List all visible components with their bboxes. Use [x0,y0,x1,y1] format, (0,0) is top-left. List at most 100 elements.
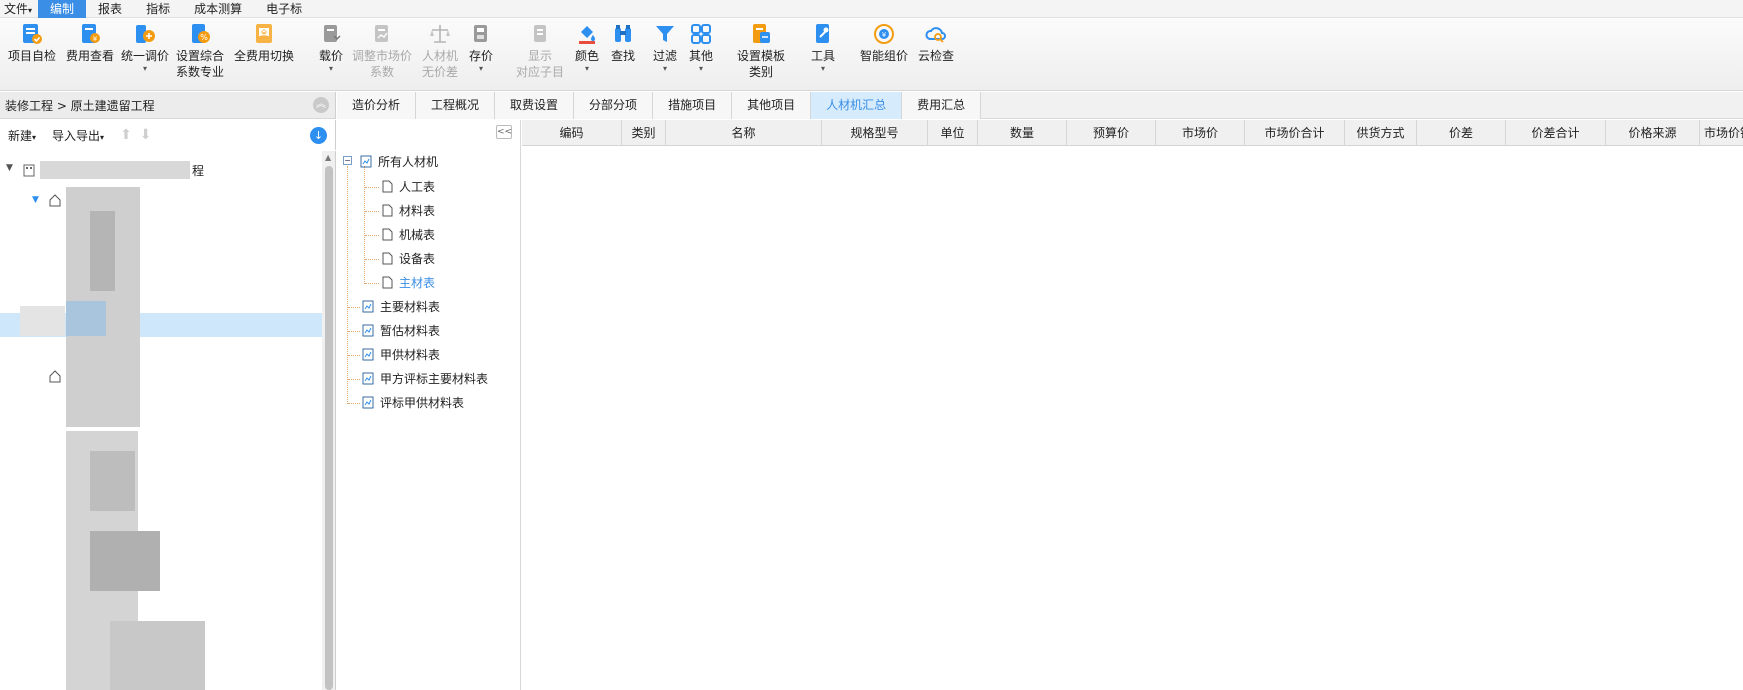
col-market-price[interactable]: 市场价 [1156,120,1245,145]
col-quantity[interactable]: 数量 [978,120,1067,145]
tree-node-equipment[interactable]: 设备表 [381,249,435,269]
adjust-market-price-button[interactable]: 调整市场价 系数 [350,22,414,80]
redacted-tree-items [90,531,160,591]
save-price-button[interactable]: 存价 ▾ [466,22,496,74]
tab-project-overview[interactable]: 工程概况 [416,92,496,119]
col-unit[interactable]: 单位 [928,120,978,145]
redacted-tree-items [66,301,106,336]
col-market-total[interactable]: 市场价合计 [1245,120,1345,145]
tree-node-material[interactable]: 材料表 [381,201,435,221]
tree-node-bid-key-materials[interactable]: 甲方评标主要材料表 [362,369,488,389]
tab-sub-items[interactable]: 分部分项 [574,92,654,119]
tree-node-bid-owner-supplied[interactable]: 评标甲供材料表 [362,393,464,413]
menu-bar: 文件▾ 编制 报表 指标 成本测算 电子标 [0,0,1743,18]
tree-node-labor[interactable]: 人工表 [381,177,435,197]
tree-node-estimated-materials[interactable]: 暂估材料表 [362,321,440,341]
col-market-lock[interactable]: 市场价锁 [1700,120,1743,145]
collapse-left-icon[interactable]: << [496,125,512,139]
tree-node-owner-supplied[interactable]: 甲供材料表 [362,345,440,365]
chart-doc-icon [362,324,374,337]
import-export-button[interactable]: 导入导出▾ [52,127,104,144]
scroll-up-icon[interactable]: ▲ [325,153,331,162]
house-icon [49,194,61,207]
tree-guide-line [365,235,379,236]
tree-guide-line [348,307,360,308]
full-fee-switch-button[interactable]: 全 全费用切换 [232,22,296,64]
download-icon[interactable]: ↓ [310,127,327,144]
col-price-source[interactable]: 价格来源 [1606,120,1700,145]
menu-edit[interactable]: 编制 [38,0,87,18]
tree-guide-line [348,331,360,332]
col-category[interactable]: 类别 [622,120,666,145]
tree-guide-line [364,166,365,284]
building-icon [23,164,35,177]
set-template-button[interactable]: 设置模板 类别 [734,22,788,80]
redacted-tree-items [90,451,135,511]
tree-expand-icon[interactable]: ▼ [6,163,13,173]
color-button[interactable]: 颜色 ▾ [572,22,602,74]
main-tabs: 造价分析 工程概况 取费设置 分部分项 措施项目 其他项目 人材机汇总 费用汇总 [337,92,1743,119]
collapse-up-icon[interactable]: ︽ [313,97,329,113]
tree-collapse-icon[interactable]: − [343,156,352,165]
tab-fee-settings[interactable]: 取费设置 [495,92,575,119]
tools-button[interactable]: 工具 ▾ [808,22,838,74]
tab-other-items[interactable]: 其他项目 [732,92,812,119]
template-icon [753,24,770,43]
tab-cost-analysis[interactable]: 造价分析 [337,92,417,119]
menu-report[interactable]: 报表 [86,0,134,18]
carry-price-button[interactable]: 载价 ▾ [316,22,346,74]
tab-rcj-summary[interactable]: 人材机汇总 [811,92,903,119]
tree-expand-icon[interactable]: ▼ [32,195,39,205]
menu-index[interactable]: 指标 [134,0,182,18]
filter-button[interactable]: 过滤 ▾ [650,22,680,74]
tree-node-all[interactable]: 所有人材机 [360,152,438,172]
carry-price-icon [324,25,341,42]
full-fee-icon: 全 [256,24,272,43]
find-button[interactable]: 查找 [608,22,638,64]
col-diff-total[interactable]: 价差合计 [1506,120,1606,145]
tree-node-machine[interactable]: 机械表 [381,225,435,245]
menu-e-bid[interactable]: 电子标 [254,0,314,18]
set-coefficient-button[interactable]: % 设置综合 系数专业 [174,22,226,80]
other-button[interactable]: 其他 ▾ [686,22,716,74]
tree-guide-line [348,355,360,356]
document-money-icon: ¥ [82,24,100,43]
fee-view-button[interactable]: ¥ 费用查看 [64,22,116,64]
menu-cost-estimate[interactable]: 成本测算 [182,0,254,18]
project-tree-scrollbar[interactable]: ▲ [322,151,336,690]
market-price-icon [375,25,388,42]
move-up-icon[interactable]: ⬆ [120,127,132,143]
col-budget-price[interactable]: 预算价 [1067,120,1156,145]
scrollbar-thumb[interactable] [325,166,333,690]
svg-text:¥: ¥ [882,31,887,39]
new-button[interactable]: 新建▾ [8,127,36,144]
material-table-body[interactable] [522,147,1743,690]
redacted-tree-items [20,306,65,336]
project-tree[interactable]: ▼ 程 ▼ [0,151,322,690]
col-spec[interactable]: 规格型号 [822,120,928,145]
col-price-diff[interactable]: 价差 [1417,120,1506,145]
checklist-icon [23,24,42,44]
tab-fee-summary[interactable]: 费用汇总 [902,92,982,119]
menu-file[interactable]: 文件▾ [0,0,38,18]
redacted-tree-items [110,621,205,690]
project-check-button[interactable]: 项目自检 [6,22,58,64]
show-sub-items-button[interactable]: 显示 对应子目 [512,22,568,80]
breadcrumb: 装修工程 > 原土建遗留工程 [5,98,155,113]
cloud-check-button[interactable]: 云检查 [916,22,956,64]
chart-doc-icon [362,372,374,385]
move-down-icon[interactable]: ⬇ [140,127,152,143]
scale-icon [430,25,450,43]
col-name[interactable]: 名称 [666,120,822,145]
tree-node-key-materials[interactable]: 主要材料表 [362,297,440,317]
house-icon [49,370,61,383]
tab-measures[interactable]: 措施项目 [653,92,733,119]
tree-node-main-material[interactable]: 主材表 [381,273,435,293]
document-icon [382,204,393,217]
col-supply-method[interactable]: 供货方式 [1345,120,1417,145]
unified-adjust-button[interactable]: 统一调价 ▾ [120,22,170,74]
col-code[interactable]: 编码 [522,120,622,145]
smart-pricing-button[interactable]: ¥ 智能组价 [858,22,910,64]
filter-icon [656,26,674,42]
rcj-no-diff-button[interactable]: 人材机 无价差 [418,22,462,80]
